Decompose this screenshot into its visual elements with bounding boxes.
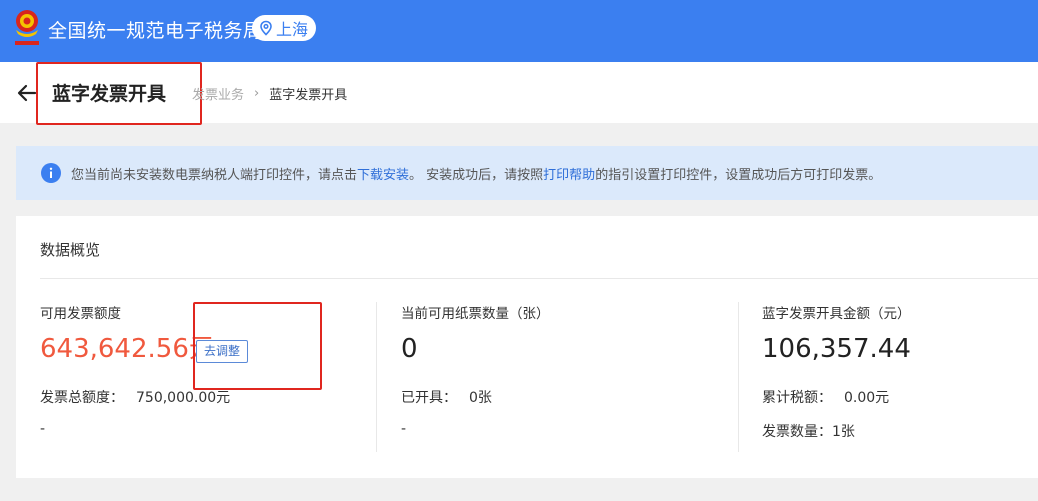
tax-value: 0.00元 bbox=[844, 390, 890, 406]
issued-row: 已开具： 0张 bbox=[401, 387, 731, 407]
download-install-link[interactable]: 下载安装 bbox=[357, 164, 409, 183]
site-title: 全国统一规范电子税务局 bbox=[48, 20, 263, 42]
region-label: 上海 bbox=[276, 20, 309, 39]
column-divider bbox=[376, 302, 377, 452]
paper-invoice-section: 当前可用纸票数量（张） 0 已开具： 0张 - bbox=[401, 302, 731, 437]
total-quota-value: 750,000.00元 bbox=[136, 390, 231, 406]
total-quota-row: 发票总额度： 750,000.00元 bbox=[40, 387, 370, 407]
print-help-link[interactable]: 打印帮助 bbox=[543, 164, 595, 183]
invoice-count-value: 1张 bbox=[832, 424, 855, 440]
column-divider bbox=[738, 302, 739, 452]
info-icon bbox=[41, 163, 61, 183]
paper-dash: - bbox=[401, 421, 407, 437]
invoice-count-label: 发票数量： bbox=[762, 424, 832, 440]
location-pin-icon bbox=[260, 20, 272, 36]
total-quota-label: 发票总额度： bbox=[40, 390, 124, 406]
data-overview-card: 数据概览 可用发票额度 643,642.56元 去调整 发票总额度： 750,00… bbox=[16, 216, 1038, 478]
tax-emblem-icon bbox=[15, 10, 39, 45]
tax-label: 累计税额： bbox=[762, 390, 832, 406]
amount-value: 106,357.44 bbox=[762, 334, 911, 364]
blue-invoice-amount-section: 蓝字发票开具金额（元） 106,357.44 累计税额： 0.00元 发票数量：1… bbox=[762, 302, 1038, 441]
adjust-quota-button[interactable]: 去调整 bbox=[196, 340, 249, 363]
tax-row: 累计税额： 0.00元 bbox=[762, 387, 1038, 407]
paper-count-value: 0 bbox=[401, 334, 418, 364]
paper-count-label: 当前可用纸票数量（张） bbox=[401, 306, 550, 322]
print-control-notice: 您当前尚未安装数电票纳税人端打印控件，请点击 下载安装 。 安装成功后，请按照 … bbox=[16, 146, 1038, 200]
issued-value: 0张 bbox=[469, 390, 492, 406]
page-header: 蓝字发票开具 发票业务 › 蓝字发票开具 bbox=[0, 62, 1038, 125]
breadcrumb-current: 蓝字发票开具 bbox=[269, 88, 348, 103]
notice-text-2: 。 安装成功后，请按照 bbox=[409, 167, 544, 183]
breadcrumb-invoice-business[interactable]: 发票业务 bbox=[192, 84, 244, 103]
breadcrumb-separator-icon: › bbox=[254, 86, 260, 101]
page-title: 蓝字发票开具 bbox=[52, 83, 167, 105]
breadcrumb: 发票业务 › 蓝字发票开具 bbox=[192, 84, 347, 103]
back-arrow-icon[interactable] bbox=[16, 82, 38, 104]
overview-title: 数据概览 bbox=[40, 241, 101, 259]
quota-section: 可用发票额度 643,642.56元 去调整 发票总额度： 750,000.00元… bbox=[40, 302, 370, 437]
quota-label: 可用发票额度 bbox=[40, 306, 121, 322]
divider bbox=[40, 278, 1038, 279]
region-selector[interactable]: 上海 bbox=[252, 15, 317, 41]
top-bar: 全国统一规范电子税务局 上海 bbox=[0, 0, 1038, 62]
invoice-count-row: 发票数量：1张 bbox=[762, 421, 1038, 441]
quota-dash: - bbox=[40, 421, 46, 437]
notice-text-3: 的指引设置打印控件，设置成功后方可打印发票。 bbox=[595, 167, 882, 183]
amount-label: 蓝字发票开具金额（元） bbox=[762, 306, 911, 322]
notice-text-1: 您当前尚未安装数电票纳税人端打印控件，请点击 bbox=[71, 167, 358, 183]
issued-label: 已开具： bbox=[401, 390, 457, 406]
